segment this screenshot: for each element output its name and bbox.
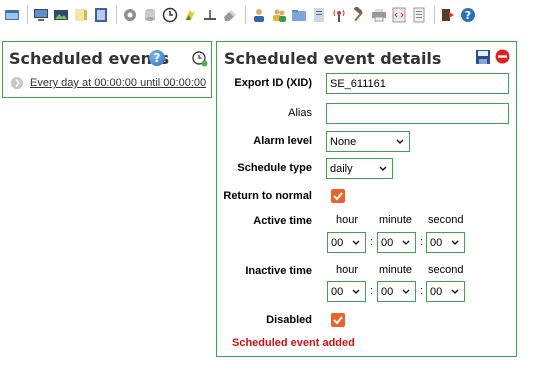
code-icon[interactable] xyxy=(391,7,407,23)
hour-header: hour xyxy=(336,214,359,226)
page-icon[interactable] xyxy=(411,7,427,23)
user-icon[interactable] xyxy=(251,7,267,23)
chevron-down-icon xyxy=(379,166,387,171)
return-to-normal-checkbox[interactable] xyxy=(331,189,345,203)
database-icon[interactable] xyxy=(142,7,158,23)
image-icon[interactable] xyxy=(53,7,69,23)
alarm-level-label: Alarm level xyxy=(253,135,312,147)
chevron-down-icon xyxy=(451,240,459,245)
help-icon[interactable]: ? xyxy=(149,50,165,66)
inactive-hour-value: 00 xyxy=(331,285,344,298)
schedule-type-label: Schedule type xyxy=(237,162,312,174)
active-second-value: 00 xyxy=(430,236,443,249)
active-hour-select[interactable]: 00 xyxy=(327,232,366,253)
event-link[interactable]: Every day at 00:00:00 until 00:00:00 xyxy=(30,77,206,89)
active-minute-select[interactable]: 00 xyxy=(377,232,416,253)
active-time-label: Active time xyxy=(253,215,312,227)
save-icon[interactable] xyxy=(476,50,490,64)
note-icon[interactable] xyxy=(73,7,89,23)
check-icon xyxy=(333,192,343,201)
alias-label: Alias xyxy=(288,107,312,119)
window-icon[interactable] xyxy=(4,7,20,23)
status-message: Scheduled event added xyxy=(232,337,355,349)
book-icon[interactable] xyxy=(93,7,109,23)
hour-header: hour xyxy=(336,264,359,276)
toolbar: ? xyxy=(0,0,546,30)
minute-header: minute xyxy=(379,214,413,226)
time-colon: : xyxy=(420,285,424,297)
disabled-label: Disabled xyxy=(266,314,312,326)
inactive-second-select[interactable]: 00 xyxy=(426,281,465,302)
export-id-label: Export ID (XID) xyxy=(234,77,312,89)
schedule-type-value: daily xyxy=(330,162,353,175)
time-colon: : xyxy=(370,236,374,248)
document-icon[interactable] xyxy=(311,7,327,23)
alarm-level-select[interactable]: None xyxy=(326,131,410,152)
delete-icon[interactable] xyxy=(495,49,510,64)
chevron-down-icon xyxy=(402,240,410,245)
plug-icon[interactable] xyxy=(182,7,198,23)
second-header: second xyxy=(428,214,464,226)
check-icon xyxy=(333,316,343,325)
scheduled-events-panel: Scheduled events ? Every day at 00:00:00… xyxy=(2,41,212,98)
monitor-icon[interactable] xyxy=(33,7,49,23)
users-icon[interactable] xyxy=(271,7,287,23)
panel-title: Scheduled event details xyxy=(224,49,442,68)
gear-icon[interactable] xyxy=(122,7,138,23)
chevron-down-icon xyxy=(396,139,404,144)
toolbar-separator xyxy=(434,6,435,24)
alias-input[interactable] xyxy=(326,103,509,124)
toolbar-separator xyxy=(27,6,28,24)
second-header: second xyxy=(428,264,464,276)
clock-icon[interactable] xyxy=(162,7,178,23)
inactive-second-value: 00 xyxy=(430,285,443,298)
folder-icon[interactable] xyxy=(291,7,307,23)
time-colon: : xyxy=(370,285,374,297)
export-id-input[interactable] xyxy=(326,73,509,94)
add-clock-icon[interactable] xyxy=(192,51,208,67)
list-item[interactable]: Every day at 00:00:00 until 00:00:00 xyxy=(10,76,206,90)
svg-text:?: ? xyxy=(465,9,471,22)
panel-title: Scheduled events xyxy=(9,49,170,68)
inactive-minute-select[interactable]: 00 xyxy=(377,281,416,302)
inactive-hour-select[interactable]: 00 xyxy=(327,281,366,302)
chevron-down-icon xyxy=(352,289,360,294)
printer-icon[interactable] xyxy=(371,7,387,23)
chevron-down-icon xyxy=(451,289,459,294)
disabled-checkbox[interactable] xyxy=(331,313,345,327)
antenna-icon[interactable] xyxy=(331,7,347,23)
hammer-icon[interactable] xyxy=(351,7,367,23)
alarm-level-value: None xyxy=(330,135,357,148)
toolbar-separator xyxy=(245,6,246,24)
active-second-select[interactable]: 00 xyxy=(426,232,465,253)
help-icon[interactable]: ? xyxy=(460,7,476,23)
chevron-down-icon xyxy=(352,240,360,245)
inactive-time-label: Inactive time xyxy=(245,265,312,277)
scale-icon[interactable] xyxy=(202,7,218,23)
time-colon: : xyxy=(420,236,424,248)
return-to-normal-label: Return to normal xyxy=(223,190,312,202)
inactive-minute-value: 00 xyxy=(381,285,394,298)
clock-icon xyxy=(10,76,24,90)
active-minute-value: 00 xyxy=(381,236,394,249)
chevron-down-icon xyxy=(402,289,410,294)
toolbar-separator xyxy=(116,6,117,24)
logout-icon[interactable] xyxy=(440,7,456,23)
eraser-icon[interactable] xyxy=(222,7,238,23)
schedule-type-select[interactable]: daily xyxy=(326,158,393,179)
active-hour-value: 00 xyxy=(331,236,344,249)
event-details-panel: Scheduled event details Export ID (XID) … xyxy=(216,41,517,357)
minute-header: minute xyxy=(379,264,413,276)
